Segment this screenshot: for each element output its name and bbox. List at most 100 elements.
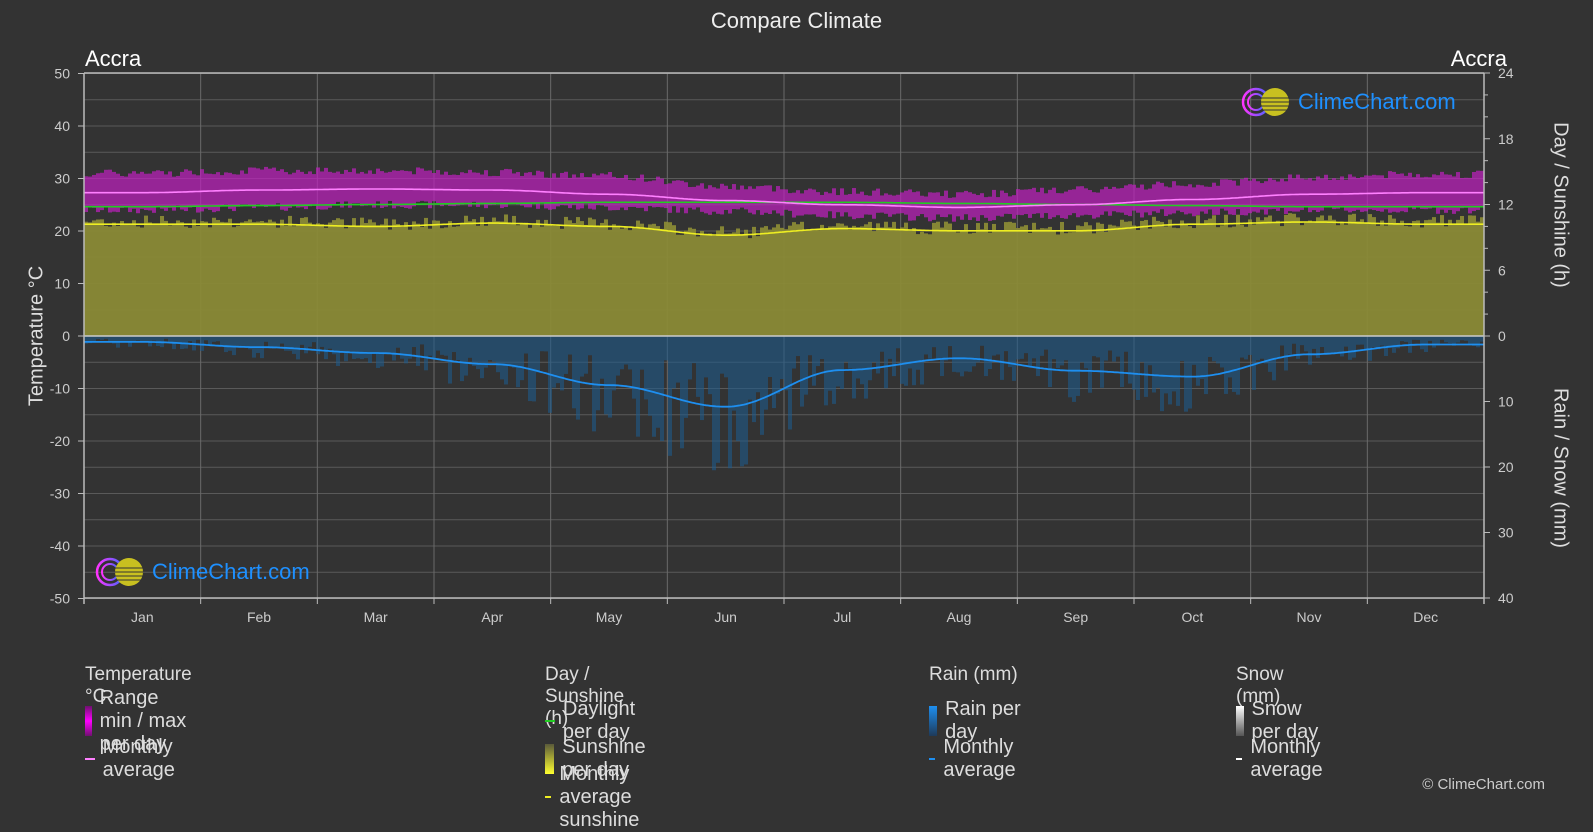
rain-day-bar: [808, 336, 812, 356]
rain-day-bar: [768, 336, 772, 377]
sunshine-day-bar: [764, 226, 768, 336]
sunshine-day-bar: [636, 220, 640, 336]
sunshine-day-bar: [940, 227, 944, 336]
temp-range-day-bar: [584, 177, 588, 204]
rain-day-bar: [568, 336, 572, 355]
temp-range-day-bar: [140, 171, 144, 209]
rain-day-bar: [812, 336, 816, 386]
rain-day-bar: [716, 336, 720, 463]
sunshine-day-bar: [892, 221, 896, 336]
rain-day-bar: [1240, 336, 1244, 358]
rain-day-bar: [352, 336, 356, 360]
rain-day-bar: [1004, 336, 1008, 352]
sunshine-day-bar: [1436, 222, 1440, 336]
left-tick-label: -10: [50, 381, 70, 397]
rain-day-bar: [1320, 336, 1324, 348]
temp-range-day-bar: [748, 186, 752, 213]
sunshine-day-bar: [724, 233, 728, 336]
temp-range-day-bar: [836, 195, 840, 213]
temp-range-day-bar: [180, 171, 184, 210]
temp-range-day-bar: [1112, 186, 1116, 212]
sunshine-day-bar: [140, 227, 144, 336]
sunshine-day-bar: [868, 221, 872, 336]
sunshine-day-bar: [1120, 219, 1124, 336]
temp-avg-swatch: [85, 758, 95, 760]
rain-day-bar: [1300, 336, 1304, 346]
temp-range-day-bar: [820, 194, 824, 218]
sunshine-day-bar: [232, 227, 236, 336]
sunshine-day-bar: [932, 222, 936, 336]
sunshine-day-bar: [492, 217, 496, 336]
rain-day-bar: [1204, 336, 1208, 395]
rain-day-bar: [480, 336, 484, 379]
climechart-logo-icon: [95, 557, 143, 587]
sunshine-day-bar: [1360, 219, 1364, 336]
brand-logo-bottom[interactable]: ClimeChart.com: [94, 556, 310, 588]
sunshine-day-bar: [616, 225, 620, 336]
temp-range-day-bar: [1044, 193, 1048, 214]
rain-day-bar: [1456, 336, 1460, 343]
rain-day-bar: [576, 336, 580, 420]
temp-range-day-bar: [964, 190, 968, 215]
sunshine-day-bar: [1476, 221, 1480, 336]
temp-range-day-bar: [1456, 172, 1460, 212]
rain-day-bar: [856, 336, 860, 379]
sunshine-day-bar: [568, 220, 572, 336]
sunshine-day-bar: [1152, 216, 1156, 336]
temp-range-day-bar: [652, 180, 656, 208]
left-axis-title: Temperature °C: [25, 265, 48, 407]
rain-day-bar: [988, 336, 992, 369]
sunshine-day-bar: [356, 226, 360, 336]
sunshine-day-bar: [1332, 219, 1336, 336]
sunshine-day-bar: [1292, 213, 1296, 336]
sunshine-day-bar: [1248, 219, 1252, 336]
sunshine-day-bar: [1392, 218, 1396, 336]
rain-day-bar: [456, 336, 460, 361]
sunshine-day-bar: [1060, 221, 1064, 336]
temp-range-day-bar: [376, 168, 380, 202]
brand-logo-top[interactable]: ClimeChart.com: [1240, 86, 1456, 118]
sunshine-day-bar: [516, 225, 520, 336]
rain-day-bar: [784, 336, 788, 391]
temp-range-day-bar: [388, 171, 392, 201]
sunshine-day-bar: [700, 230, 704, 336]
rain-day-bar: [276, 336, 280, 348]
temp-range-day-bar: [1408, 172, 1412, 207]
sunshine-day-bar: [708, 233, 712, 336]
temp-range-day-bar: [732, 184, 736, 210]
temp-range-day-bar: [956, 192, 960, 217]
rain-day-bar: [964, 336, 968, 372]
temp-range-day-bar: [276, 170, 280, 204]
sunshine-day-bar: [1048, 226, 1052, 336]
rain-day-bar: [1076, 336, 1080, 396]
rain-day-bar: [984, 336, 988, 377]
sunshine-day-bar: [944, 221, 948, 336]
temp-range-day-bar: [764, 185, 768, 213]
temp-range-day-bar: [736, 189, 740, 210]
sunshine-day-bar: [240, 222, 244, 336]
sunshine-day-bar: [840, 223, 844, 336]
temp-range-day-bar: [596, 175, 600, 205]
sunshine-day-bar: [128, 225, 132, 336]
rain-day-bar: [672, 336, 676, 389]
rain-day-bar: [240, 336, 244, 347]
rain-day-bar: [616, 336, 620, 376]
rain-day-bar: [868, 336, 872, 381]
sunshine-day-bar: [1272, 221, 1276, 336]
sunshine-day-bar: [216, 219, 220, 336]
sunshine-day-bar: [192, 219, 196, 336]
right-axis-title-bottom: Rain / Snow (mm): [1549, 387, 1572, 549]
sunshine-day-bar: [556, 225, 560, 336]
rain-day-bar: [1312, 336, 1316, 349]
temp-range-day-bar: [1176, 185, 1180, 211]
left-tick-label: 0: [62, 328, 70, 344]
sunshine-day-bar: [1096, 222, 1100, 336]
legend-label: Monthly average: [102, 736, 175, 781]
rain-day-bar: [1168, 336, 1172, 405]
sunshine-day-bar: [408, 229, 412, 336]
rain-day-bar: [124, 336, 128, 342]
rain-day-bar: [1364, 336, 1368, 351]
sunshine-day-bar: [432, 220, 436, 336]
rain-day-bar: [780, 336, 784, 380]
sunshine-day-bar: [452, 226, 456, 336]
